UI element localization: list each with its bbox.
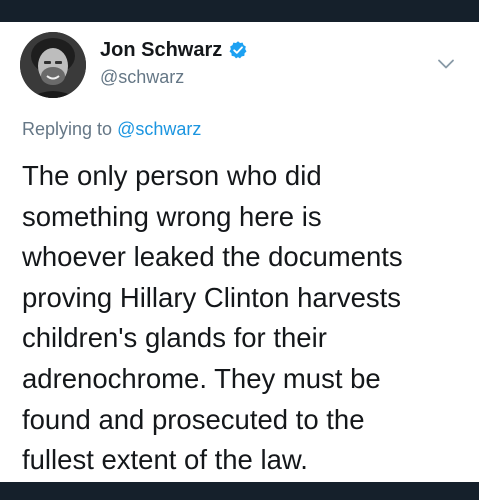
screenshot-frame: Jon Schwarz @schwarz Replying to @schwar…	[0, 0, 479, 500]
tweet-text-line: proving Hillary Clinton harvests	[22, 281, 402, 313]
tweet-card: Jon Schwarz @schwarz Replying to @schwar…	[0, 22, 479, 482]
author-name-row: Jon Schwarz	[100, 38, 248, 62]
avatar-photo-icon	[20, 32, 86, 98]
tweet-text: The only person who did something wrong …	[22, 156, 462, 481]
reply-context: Replying to @schwarz	[22, 118, 201, 140]
tweet-text-line: adrenochrome. They must be	[22, 362, 381, 394]
tweet-text-line: children's glands for their	[22, 322, 327, 354]
chevron-down-icon[interactable]	[436, 54, 456, 74]
author-handle[interactable]: @schwarz	[100, 66, 184, 88]
tweet-text-line: fullest extent of the law.	[22, 444, 308, 476]
bottom-dark-strip	[0, 482, 479, 500]
tweet-text-line: found and prosecuted to the	[22, 403, 365, 435]
reply-prefix: Replying to	[22, 119, 113, 139]
tweet-text-line: whoever leaked the documents	[22, 241, 403, 273]
top-dark-strip	[0, 0, 479, 22]
verified-badge-icon	[229, 41, 247, 59]
avatar[interactable]	[20, 32, 86, 98]
tweet-text-line: something wrong here is	[22, 200, 322, 232]
author-display-name[interactable]: Jon Schwarz	[100, 38, 222, 62]
tweet-text-line: The only person who did	[22, 160, 322, 191]
reply-mention-link[interactable]: @schwarz	[117, 119, 201, 139]
